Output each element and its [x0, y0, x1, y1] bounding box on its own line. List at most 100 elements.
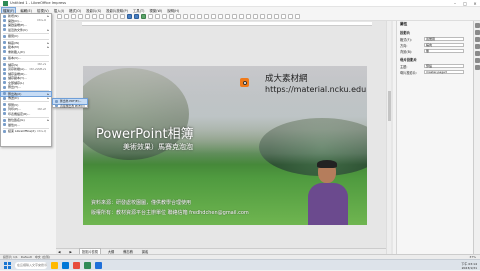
image-icon[interactable]: [134, 14, 139, 19]
file-menu-item[interactable]: 匯出(T)…: [1, 85, 51, 90]
close-icon[interactable]: ×: [470, 0, 480, 7]
file-menu-item[interactable]: 傳送(D) ▸: [1, 96, 51, 101]
maximize-icon[interactable]: □: [460, 0, 470, 7]
menu-item-icon: [3, 19, 6, 23]
cut-icon[interactable]: [92, 14, 97, 19]
undo-icon[interactable]: [113, 14, 118, 19]
minimize-icon[interactable]: –: [450, 0, 460, 7]
file-menu-item[interactable]: 重新載入(D): [1, 50, 51, 55]
symbol-shapes-icon[interactable]: [218, 14, 223, 19]
line-icon[interactable]: [169, 14, 174, 19]
rectangle-icon[interactable]: [176, 14, 181, 19]
navigator-deck-icon[interactable]: [475, 65, 480, 70]
pdf-direct-icon: [55, 104, 58, 108]
curve-icon[interactable]: [197, 14, 202, 19]
menu-slide[interactable]: 投影片(S): [86, 8, 101, 13]
open-icon[interactable]: [64, 14, 69, 19]
menu-item-shortcut: Ctrl+P: [37, 107, 46, 111]
glue-points-icon[interactable]: [295, 14, 300, 19]
theme-select[interactable]: 預設: [424, 63, 464, 69]
arrow-icon[interactable]: [190, 14, 195, 19]
menu-item-icon: [3, 56, 6, 60]
submenu-arrow-icon: ▸: [47, 96, 49, 101]
menu-file[interactable]: 檔案(F): [0, 6, 17, 14]
nav-first-icon[interactable]: ◀: [56, 250, 62, 254]
libreoffice-icon[interactable]: [84, 261, 91, 269]
transition-deck-icon[interactable]: [475, 30, 480, 35]
export-pdf-icon[interactable]: [78, 14, 83, 19]
vertical-scrollbar[interactable]: [386, 21, 391, 258]
basic-shapes-icon[interactable]: [211, 14, 216, 19]
file-menu-item[interactable]: 屬性(I)…: [1, 123, 51, 128]
master-label: 母片投影片:: [400, 70, 418, 75]
rotate-icon[interactable]: [246, 14, 251, 19]
save-icon[interactable]: [71, 14, 76, 19]
edge-icon[interactable]: [62, 261, 69, 269]
fontwork-icon[interactable]: [162, 14, 167, 19]
file-menu-item[interactable]: 版本(V)…: [1, 56, 51, 61]
windows-start-icon[interactable]: [4, 261, 11, 269]
points-icon[interactable]: [288, 14, 293, 19]
menu-tools[interactable]: 工具(T): [133, 8, 145, 13]
connector-icon[interactable]: [204, 14, 209, 19]
file-menu-item[interactable]: 印表機設定(R)…: [1, 112, 51, 117]
print-icon[interactable]: [85, 14, 90, 19]
master-select[interactable]: master-page3: [424, 69, 464, 75]
menu-format[interactable]: 格式(O): [69, 8, 81, 13]
menu-window[interactable]: 視窗(W): [149, 8, 162, 13]
redo-icon[interactable]: [120, 14, 125, 19]
orientation-select[interactable]: 橫向: [424, 42, 464, 48]
arrange-icon[interactable]: [260, 14, 265, 19]
menu-item-icon: [3, 72, 6, 76]
menu-help[interactable]: 說明(H): [167, 8, 179, 13]
properties-deck-icon[interactable]: [475, 23, 480, 28]
paste-icon[interactable]: [106, 14, 111, 19]
taskbar-search-input[interactable]: 在這裡輸入文字來搜尋: [15, 261, 47, 269]
background-select[interactable]: 無: [424, 48, 464, 54]
align-icon[interactable]: [253, 14, 258, 19]
menu-item-icon: [3, 45, 6, 49]
table-icon[interactable]: [127, 14, 132, 19]
export-directly-pdf-item[interactable]: 直接匯出為 PDF(D): [53, 104, 87, 109]
word-icon[interactable]: [95, 261, 102, 269]
slide-source-text: 資料來源：研發處校園圖，僅供教學合理使用: [91, 200, 192, 206]
menu-item-icon: [3, 112, 6, 116]
format-select[interactable]: 寬螢幕: [424, 36, 464, 42]
styles-deck-icon[interactable]: [475, 51, 480, 56]
section-master[interactable]: 母片投影片: [397, 56, 480, 63]
menu-item-label: 重新載入(D): [8, 49, 25, 54]
menu-view[interactable]: 檢視(V): [37, 8, 49, 13]
new-icon[interactable]: [57, 14, 62, 19]
file-menu-item[interactable]: 結束 LibreOffice(X) Ctrl+Q: [1, 129, 51, 134]
gallery-deck-icon[interactable]: [475, 58, 480, 63]
file-explorer-icon[interactable]: [51, 261, 58, 269]
master-deck-icon[interactable]: [475, 44, 480, 49]
shadow-icon[interactable]: [267, 14, 272, 19]
menu-slideshow[interactable]: 投影片放映(P): [106, 8, 128, 13]
block-arrows-icon[interactable]: [225, 14, 230, 19]
section-slide[interactable]: 投影片: [397, 29, 480, 36]
star-icon[interactable]: [232, 14, 237, 19]
system-tray: 下午 03:14 2023/1/31: [461, 260, 477, 271]
menu-item-icon: [3, 81, 6, 85]
textbox-icon[interactable]: [148, 14, 153, 19]
filter-icon[interactable]: [281, 14, 286, 19]
file-menu-item[interactable]: 關閉(C): [1, 34, 51, 39]
file-menu-item[interactable]: 最近的文件(U) ▸: [1, 28, 51, 33]
copy-icon[interactable]: [99, 14, 104, 19]
menu-item-label: 版本(V)…: [8, 56, 22, 61]
tray-date[interactable]: 2023/1/31: [462, 266, 477, 270]
theme-label: 主題:: [400, 64, 408, 69]
menu-edit[interactable]: 編輯(E): [20, 8, 32, 13]
chrome-icon[interactable]: [73, 261, 80, 269]
properties-panel: 屬性× 投影片 格式(F): 寬螢幕 方向: 橫向 背景(B): 無 母片投影片…: [396, 21, 480, 254]
crop-icon[interactable]: [274, 14, 279, 19]
ellipse-icon[interactable]: [183, 14, 188, 19]
menu-insert[interactable]: 插入(I): [54, 8, 64, 13]
chart-icon[interactable]: [141, 14, 146, 19]
special-char-icon[interactable]: [155, 14, 160, 19]
nav-last-icon[interactable]: ▶: [67, 250, 73, 254]
3d-objects-icon[interactable]: [239, 14, 244, 19]
slide-canvas[interactable]: 成大素材網 https://material.ncku.edu.tw Power…: [83, 66, 367, 225]
animation-deck-icon[interactable]: [475, 37, 480, 42]
